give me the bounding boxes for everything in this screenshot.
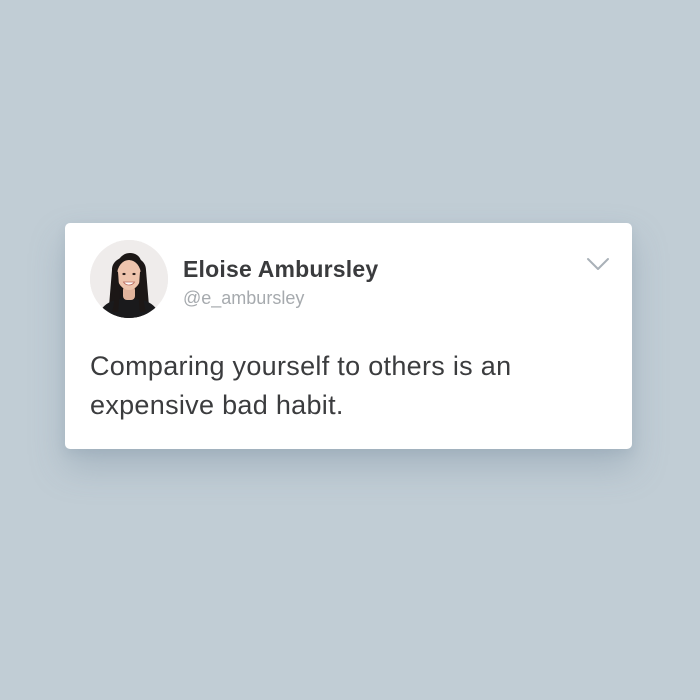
chevron-down-icon[interactable]: [586, 256, 610, 272]
avatar-photo: [90, 240, 168, 318]
tweet-card: Eloise Ambursley @e_ambursley Comparing …: [65, 223, 632, 449]
tweet-text: Comparing yourself to others is an expen…: [90, 351, 512, 420]
avatar[interactable]: [90, 240, 168, 318]
author-handle[interactable]: @e_ambursley: [183, 288, 304, 309]
author-name[interactable]: Eloise Ambursley: [183, 256, 378, 283]
